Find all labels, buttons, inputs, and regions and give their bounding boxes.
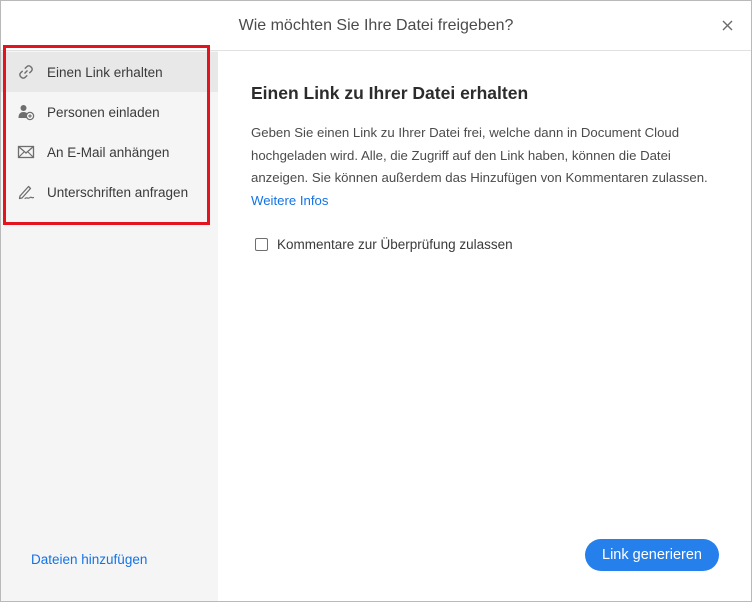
sidebar-item-invite-people[interactable]: Personen einladen xyxy=(1,92,218,132)
sidebar-item-label: Einen Link erhalten xyxy=(47,64,163,80)
sidebar-item-get-link[interactable]: Einen Link erhalten xyxy=(1,52,218,92)
close-icon xyxy=(722,20,732,30)
close-button[interactable] xyxy=(717,15,737,35)
link-icon xyxy=(16,62,36,82)
sidebar-item-label: Personen einladen xyxy=(47,104,160,120)
dialog-header: Wie möchten Sie Ihre Datei freigeben? xyxy=(1,1,751,51)
allow-comments-checkbox[interactable] xyxy=(255,238,268,251)
description-body: Geben Sie einen Link zu Ihrer Datei frei… xyxy=(251,125,708,185)
allow-comments-label: Kommentare zur Überprüfung zulassen xyxy=(277,237,513,252)
generate-link-button[interactable]: Link generieren xyxy=(585,539,719,571)
add-files-link[interactable]: Dateien hinzufügen xyxy=(31,552,147,567)
envelope-icon xyxy=(16,142,36,162)
dialog-title: Wie möchten Sie Ihre Datei freigeben? xyxy=(238,16,514,34)
allow-comments-option[interactable]: Kommentare zur Überprüfung zulassen xyxy=(255,237,513,252)
sidebar-item-attach-email[interactable]: An E-Mail anhängen xyxy=(1,132,218,172)
description-text: Geben Sie einen Link zu Ihrer Datei frei… xyxy=(251,122,711,212)
share-dialog: Wie möchten Sie Ihre Datei freigeben? Ei… xyxy=(0,0,752,602)
sidebar-item-label: An E-Mail anhängen xyxy=(47,144,170,160)
main-content: Einen Link zu Ihrer Datei erhalten Geben… xyxy=(218,51,751,601)
sidebar: Einen Link erhalten Personen einladen An… xyxy=(1,51,218,601)
signature-pen-icon xyxy=(16,182,36,202)
person-add-icon xyxy=(16,102,36,122)
page-title: Einen Link zu Ihrer Datei erhalten xyxy=(251,83,529,103)
sidebar-item-label: Unterschriften anfragen xyxy=(47,184,189,200)
learn-more-link[interactable]: Weitere Infos xyxy=(251,193,328,208)
sidebar-item-request-signatures[interactable]: Unterschriften anfragen xyxy=(1,172,218,212)
